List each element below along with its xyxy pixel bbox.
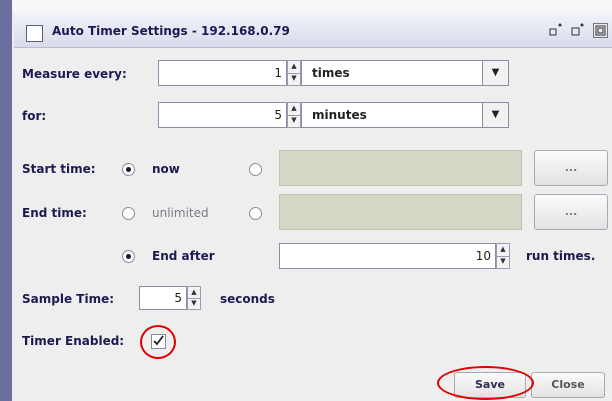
annotation-circle-save	[437, 366, 534, 400]
start-now-label: now	[152, 162, 180, 176]
window-title: Auto Timer Settings - 192.168.0.79	[52, 24, 290, 38]
chevron-down-icon[interactable]: ▼	[482, 61, 508, 85]
start-time-field	[279, 150, 522, 186]
sample-time-input[interactable]: 5	[139, 286, 187, 310]
end-after-radio[interactable]	[122, 250, 135, 263]
end-time-label: End time:	[22, 206, 87, 220]
end-after-label: End after	[152, 249, 215, 263]
for-duration-spinner[interactable]: ▲ ▼	[287, 102, 301, 128]
for-duration-input[interactable]: 5	[158, 102, 287, 128]
end-unlimited-radio[interactable]	[122, 207, 135, 220]
measure-every-label: Measure every:	[22, 67, 127, 81]
start-now-radio[interactable]	[122, 163, 135, 176]
spinner-down-icon[interactable]: ▼	[288, 73, 300, 85]
end-time-browse-button[interactable]: ...	[534, 194, 608, 230]
minimize-icon[interactable]	[548, 22, 564, 41]
sample-time-unit-label: seconds	[220, 292, 275, 306]
window-left-border	[0, 0, 12, 401]
end-unlimited-label: unlimited	[152, 206, 209, 220]
end-after-count-input[interactable]: 10	[279, 243, 496, 269]
sample-time-label: Sample Time:	[22, 292, 115, 306]
close-button[interactable]: Close	[531, 372, 605, 398]
spinner-down-icon[interactable]: ▼	[188, 298, 200, 309]
maximize-icon[interactable]	[570, 22, 586, 41]
for-label: for:	[22, 109, 47, 123]
window-top-border	[12, 0, 612, 10]
end-time-field	[279, 194, 522, 230]
for-unit-value: minutes	[312, 108, 367, 122]
end-after-unit-label: run times.	[526, 249, 596, 263]
measure-unit-dropdown[interactable]: times ▼	[301, 60, 509, 86]
for-unit-dropdown[interactable]: minutes ▼	[301, 102, 509, 128]
measure-every-spinner[interactable]: ▲ ▼	[287, 60, 301, 86]
chevron-down-icon[interactable]: ▼	[482, 103, 508, 127]
end-time-radio[interactable]	[249, 207, 262, 220]
measure-every-input[interactable]: 1	[158, 60, 287, 86]
start-time-label: Start time:	[22, 162, 96, 176]
end-after-spinner[interactable]: ▲ ▼	[496, 243, 510, 269]
sample-time-spinner[interactable]: ▲ ▼	[187, 286, 201, 310]
window-icon	[26, 25, 43, 42]
timer-enabled-label: Timer Enabled:	[22, 334, 125, 348]
spinner-down-icon[interactable]: ▼	[288, 115, 300, 127]
close-icon[interactable]	[593, 23, 608, 38]
annotation-circle-checkbox	[140, 325, 176, 359]
measure-unit-value: times	[312, 66, 350, 80]
spinner-down-icon[interactable]: ▼	[497, 256, 509, 268]
start-time-browse-button[interactable]: ...	[534, 150, 608, 186]
start-time-radio[interactable]	[249, 163, 262, 176]
